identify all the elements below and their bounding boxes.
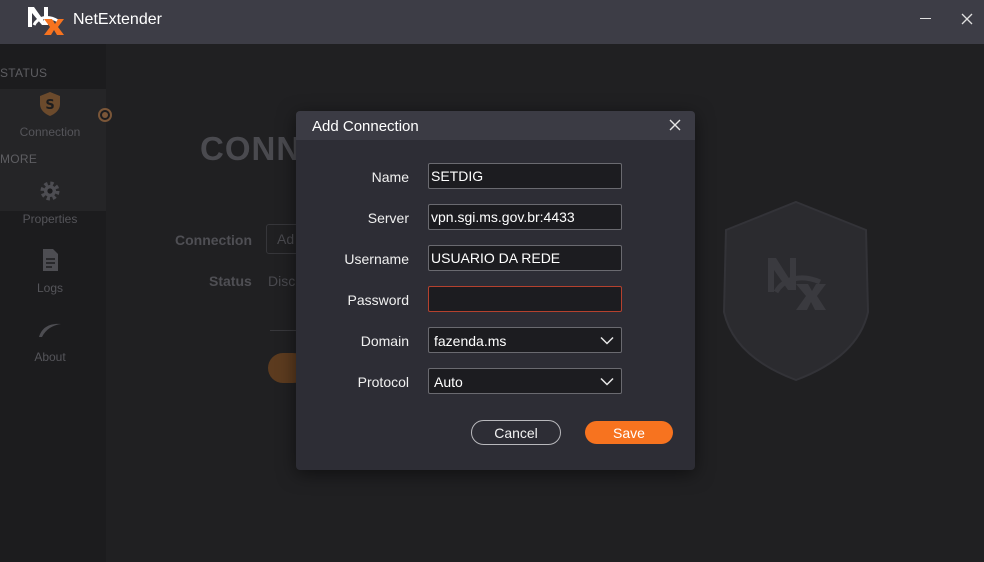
status-label: Status (209, 273, 252, 289)
name-input[interactable] (428, 163, 622, 189)
password-label: Password (347, 292, 409, 308)
name-label: Name (371, 169, 409, 185)
shield-s-icon: S (40, 92, 60, 116)
sidebar: STATUS S Connection MORE Properties Logs… (0, 44, 106, 562)
domain-label: Domain (360, 333, 409, 349)
domain-select-value: fazenda.ms (434, 333, 507, 349)
username-input[interactable] (428, 245, 622, 271)
protocol-label: Protocol (357, 374, 409, 390)
close-window-icon[interactable] (955, 8, 979, 30)
sidebar-section-more: MORE (0, 152, 38, 166)
sidebar-collapse-handle[interactable] (98, 108, 112, 122)
server-label: Server (367, 210, 409, 226)
domain-select[interactable]: fazenda.ms (428, 327, 622, 353)
protocol-select-value: Auto (434, 374, 463, 390)
netextender-shield-icon (722, 200, 870, 382)
cancel-button[interactable]: Cancel (471, 420, 561, 445)
sidebar-item-label: About (34, 350, 66, 364)
connection-label: Connection (175, 232, 252, 248)
sidebar-item-logs[interactable]: Logs (0, 244, 100, 306)
gear-icon (40, 181, 60, 201)
swoosh-icon (39, 323, 61, 337)
netextender-logo-icon (28, 7, 64, 35)
close-icon[interactable] (667, 117, 683, 133)
chevron-down-icon (600, 377, 614, 386)
username-label: Username (344, 251, 409, 267)
server-input[interactable] (428, 204, 622, 230)
title-bar: NetExtender (0, 0, 984, 44)
sidebar-item-label: Connection (19, 125, 81, 139)
app-title: NetExtender (73, 11, 162, 28)
page-title: CONN (200, 130, 302, 167)
minimize-button[interactable] (913, 8, 939, 30)
status-value: Disc (268, 273, 296, 289)
sidebar-item-label: Logs (36, 281, 64, 295)
sidebar-item-label: Properties (22, 212, 78, 226)
save-button[interactable]: Save (585, 421, 673, 444)
add-connection-dialog: Add Connection Name Server Username Pass… (296, 111, 695, 470)
password-input[interactable] (428, 286, 622, 312)
document-icon (43, 249, 58, 271)
sidebar-item-about[interactable]: About (0, 313, 100, 375)
sidebar-item-properties[interactable]: Properties (0, 175, 100, 237)
dialog-header: Add Connection (296, 111, 695, 140)
svg-text:S: S (45, 98, 54, 113)
connection-select-value: Ad (277, 231, 295, 247)
chevron-down-icon (600, 336, 614, 345)
sidebar-section-status: STATUS (0, 66, 48, 80)
sidebar-item-connection[interactable]: S Connection (0, 88, 100, 150)
dialog-title: Add Connection (312, 118, 419, 135)
protocol-select[interactable]: Auto (428, 368, 622, 394)
